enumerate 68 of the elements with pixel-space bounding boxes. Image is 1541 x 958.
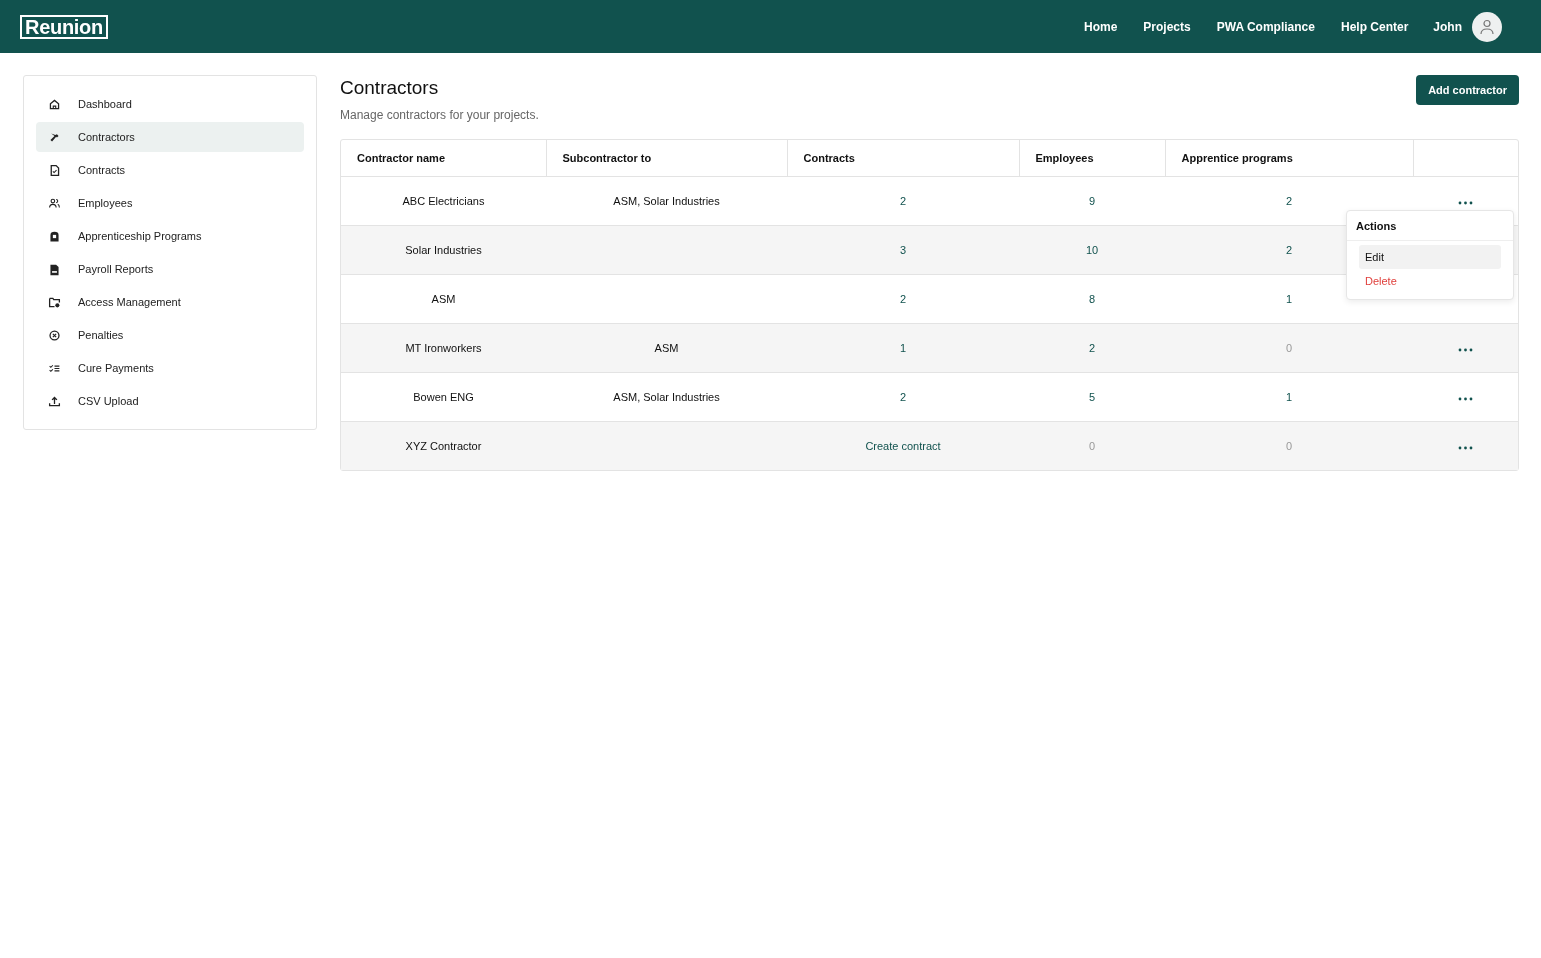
table-link[interactable]: 2 — [899, 391, 907, 403]
more-icon[interactable] — [1456, 395, 1475, 403]
table-cell: ABC Electricians — [402, 195, 485, 207]
add-contractor-button[interactable]: Add contractor — [1416, 75, 1519, 105]
x-circle-icon — [48, 328, 61, 342]
nav-link[interactable]: PWA Compliance — [1203, 19, 1328, 34]
table-link[interactable]: 2 — [1088, 342, 1096, 354]
table-cell: ASM, Solar Industries — [613, 391, 720, 403]
nav-link[interactable]: Home — [1071, 19, 1131, 34]
more-icon[interactable] — [1456, 444, 1475, 452]
table-link[interactable]: 2 — [1285, 195, 1293, 207]
table-cell: ASM, Solar Industries — [613, 195, 720, 207]
table-cell: ASM — [431, 293, 456, 305]
table-link[interactable]: Create contract — [865, 440, 941, 452]
doc-icon — [48, 262, 61, 276]
sidebar-item[interactable]: Apprenticeship Programs — [36, 221, 304, 251]
doc-check-icon — [48, 163, 61, 177]
column-header: Contracts — [787, 140, 1019, 177]
table-cell: 0 — [1285, 342, 1293, 354]
table-cell: Solar Industries — [405, 244, 482, 256]
upload-icon — [48, 394, 61, 408]
home-icon — [48, 97, 61, 111]
user-name[interactable]: John — [1433, 19, 1462, 34]
sidebar-item[interactable]: Employees — [36, 188, 304, 218]
menu-item[interactable]: Edit — [1359, 245, 1501, 269]
more-icon[interactable] — [1456, 346, 1475, 354]
table-cell: ASM — [654, 342, 679, 354]
table-cell: XYZ Contractor — [405, 440, 482, 452]
nav-link[interactable]: Help Center — [1327, 19, 1422, 34]
sidebar-item[interactable]: Contractors — [36, 122, 304, 152]
logo[interactable]: Reunion — [20, 14, 108, 39]
people-icon — [48, 196, 61, 210]
sidebar-item[interactable]: Penalties — [36, 320, 304, 350]
nav-link[interactable]: Projects — [1130, 19, 1204, 34]
menu-item[interactable]: Delete — [1359, 269, 1501, 293]
table-link[interactable]: 2 — [1285, 244, 1293, 256]
table-link[interactable]: 1 — [1285, 293, 1293, 305]
table-link[interactable]: 10 — [1085, 244, 1099, 256]
page-subtitle: Manage contractors for your projects. — [340, 108, 539, 122]
table-link[interactable]: 2 — [899, 195, 907, 207]
table-link[interactable]: 2 — [899, 293, 907, 305]
column-header: Contractor name — [341, 140, 546, 177]
badge-icon — [48, 229, 61, 243]
sidebar-item[interactable]: Dashboard — [36, 89, 304, 119]
page-title: Contractors — [340, 77, 440, 99]
sidebar-item[interactable]: Payroll Reports — [36, 254, 304, 284]
table-link[interactable]: 8 — [1088, 293, 1096, 305]
column-header: Apprentice programs — [1165, 140, 1413, 177]
table-link[interactable]: 1 — [1285, 391, 1293, 403]
table-cell: 0 — [1088, 440, 1096, 452]
more-icon[interactable] — [1456, 199, 1475, 207]
table-link[interactable]: 3 — [899, 244, 907, 256]
column-header: Employees — [1019, 140, 1165, 177]
table-cell: Bowen ENG — [413, 391, 474, 403]
sidebar-item[interactable]: Cure Payments — [36, 353, 304, 383]
table-cell: MT Ironworkers — [405, 342, 482, 354]
table-link[interactable]: 5 — [1088, 391, 1096, 403]
table-link[interactable]: 1 — [899, 342, 907, 354]
folder-icon — [48, 295, 61, 309]
user-icon — [1480, 18, 1494, 35]
menu-title: Actions — [1347, 211, 1513, 241]
sidebar-item[interactable]: Contracts — [36, 155, 304, 185]
column-header: Subcontractor to — [546, 140, 787, 177]
table-cell: 0 — [1285, 440, 1293, 452]
sidebar-item[interactable]: Access Management — [36, 287, 304, 317]
avatar[interactable] — [1472, 11, 1502, 42]
sidebar-item[interactable]: CSV Upload — [36, 386, 304, 416]
table-link[interactable]: 9 — [1088, 195, 1096, 207]
